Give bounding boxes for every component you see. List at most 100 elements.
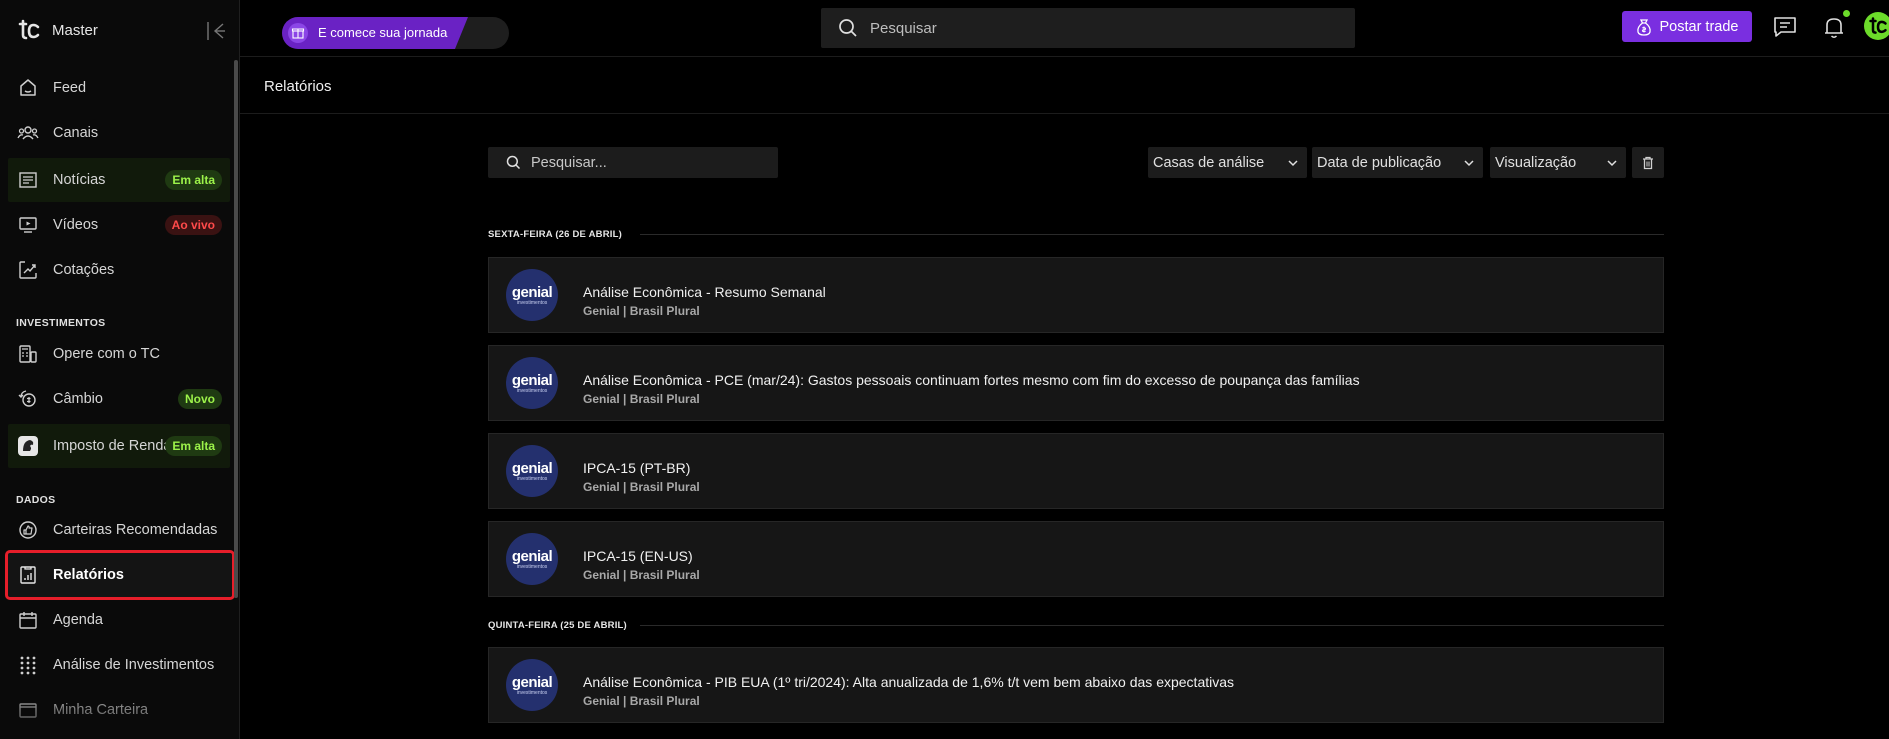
live-badge: Ao vivo — [164, 215, 222, 235]
section-title-dados: DADOS — [16, 494, 56, 506]
report-source: Genial | Brasil Plural — [583, 694, 700, 708]
sidebar-item-label: Relatórios — [53, 567, 124, 583]
chevron-down-icon — [1607, 159, 1617, 166]
filter-visualizacao[interactable]: Visualização — [1490, 147, 1626, 178]
journey-banner[interactable]: E comece sua jornada — [282, 17, 509, 49]
sidebar-item-videos[interactable]: Vídeos Ao vivo — [8, 204, 230, 246]
report-source: Genial | Brasil Plural — [583, 480, 700, 494]
report-title: IPCA-15 (EN-US) — [583, 548, 693, 564]
chat-icon[interactable] — [1772, 14, 1798, 40]
report-title: Análise Econômica - Resumo Semanal — [583, 284, 826, 300]
notification-dot — [1843, 10, 1850, 17]
report-source: Genial | Brasil Plural — [583, 568, 700, 582]
filter-data-de-publicacao[interactable]: Data de publicação — [1312, 147, 1483, 178]
home-icon — [20, 79, 36, 96]
genial-logo: genial investimentos — [506, 445, 558, 497]
users-icon — [17, 126, 39, 140]
filter-label: Data de publicação — [1317, 154, 1442, 171]
global-search[interactable] — [821, 8, 1355, 48]
sidebar-item-label: Feed — [53, 80, 87, 96]
filter-label: Casas de análise — [1153, 154, 1265, 171]
reports-search[interactable] — [488, 147, 778, 178]
sidebar-item-label: Minha Carteira — [53, 702, 149, 718]
lion-icon — [18, 436, 38, 456]
post-trade-button[interactable]: Postar trade — [1622, 11, 1752, 42]
reports-search-input[interactable] — [529, 153, 773, 172]
genial-logo: genial investimentos — [506, 533, 558, 585]
sidebar-item-label: Agenda — [53, 612, 103, 628]
date-group-header: SEXTA-FEIRA (26 DE ABRIL) — [488, 229, 622, 240]
filter-casas-de-analise[interactable]: Casas de análise — [1148, 147, 1307, 178]
sidebar-item-label: Câmbio — [53, 391, 103, 407]
money-bag-icon — [1636, 18, 1651, 36]
calculator-icon — [19, 345, 37, 363]
date-group-header: QUINTA-FEIRA (25 DE ABRIL) — [488, 620, 627, 631]
sidebar-item-cotacoes[interactable]: Cotações — [8, 249, 230, 291]
filter-label: Visualização — [1495, 154, 1577, 171]
sidebar-item-imposto-de-renda[interactable]: Imposto de Renda Em alta — [8, 424, 230, 468]
trending-badge: Em alta — [165, 170, 222, 190]
sidebar-item-label: Análise de Investimentos — [53, 657, 215, 673]
collapse-sidebar-icon[interactable] — [205, 20, 227, 42]
report-source: Genial | Brasil Plural — [583, 304, 700, 318]
sidebar-scrollbar[interactable] — [234, 60, 238, 598]
sidebar-item-label: Canais — [53, 125, 99, 141]
sidebar-item-noticias[interactable]: Notícias Em alta — [8, 158, 230, 202]
sidebar-item-relatorios[interactable]: Relatórios — [5, 550, 235, 600]
tc-logo-icon — [18, 19, 40, 40]
exchange-icon — [18, 390, 36, 407]
sidebar-item-label: Opere com o TC — [53, 346, 160, 362]
sidebar-item-minha-carteira[interactable]: Minha Carteira — [8, 689, 230, 731]
avatar[interactable] — [1864, 12, 1889, 40]
sidebar-item-label: Vídeos — [53, 217, 99, 233]
page-title: Relatórios — [264, 78, 332, 95]
page-header: Relatórios — [240, 57, 1889, 114]
chevron-down-icon — [1464, 159, 1474, 166]
new-badge: Novo — [178, 389, 222, 409]
brand-name: Master — [52, 21, 98, 39]
sidebar-item-label: Notícias — [53, 172, 106, 188]
sidebar-item-opere[interactable]: Opere com o TC — [8, 333, 230, 375]
report-title: Análise Econômica - PCE (mar/24): Gastos… — [583, 372, 1360, 388]
brand[interactable]: Master — [17, 16, 98, 44]
chevron-down-icon — [1288, 159, 1298, 166]
trash-icon — [1643, 156, 1653, 169]
sidebar-item-carteiras-recomendadas[interactable]: Carteiras Recomendadas — [8, 509, 230, 551]
divider — [640, 625, 1664, 626]
trending-badge: Em alta — [165, 436, 222, 456]
sidebar-item-canais[interactable]: Canais — [8, 112, 230, 154]
sidebar-item-cambio[interactable]: Câmbio Novo — [8, 378, 230, 420]
global-search-input[interactable] — [868, 18, 1332, 38]
sidebar-item-agenda[interactable]: Agenda — [8, 599, 230, 641]
report-item[interactable]: genial investimentos IPCA-15 (PT-BR) Gen… — [488, 433, 1664, 509]
report-item[interactable]: genial investimentos IPCA-15 (EN-US) Gen… — [488, 521, 1664, 597]
report-title: IPCA-15 (PT-BR) — [583, 460, 691, 476]
report-item[interactable]: genial investimentos Análise Econômica -… — [488, 257, 1664, 333]
clear-filters-button[interactable] — [1632, 147, 1664, 178]
sidebar-item-label: Cotações — [53, 262, 115, 278]
grid-dots-icon — [20, 656, 36, 675]
sidebar-item-feed[interactable]: Feed — [8, 67, 230, 109]
divider — [640, 234, 1664, 235]
bell-icon[interactable] — [1821, 14, 1847, 40]
sidebar-item-label: Carteiras Recomendadas — [53, 522, 218, 538]
video-icon — [19, 217, 37, 233]
chart-icon — [19, 261, 37, 279]
tc-avatar-icon — [1869, 17, 1887, 34]
report-item[interactable]: genial investimentos Análise Econômica -… — [488, 647, 1664, 723]
search-icon — [506, 155, 521, 170]
gift-icon — [288, 23, 308, 43]
genial-logo: genial investimentos — [506, 659, 558, 711]
report-item[interactable]: genial investimentos Análise Econômica -… — [488, 345, 1664, 421]
news-icon — [19, 172, 37, 188]
topbar: E comece sua jornada Postar trade — [240, 0, 1889, 57]
sidebar: Master Feed Canais Notícias Em alta Víde… — [0, 0, 240, 739]
thumbs-up-icon — [19, 521, 37, 539]
sidebar-item-analise-de-investimentos[interactable]: Análise de Investimentos — [8, 644, 230, 686]
journey-label: E comece sua jornada — [318, 25, 448, 40]
genial-logo: genial investimentos — [506, 269, 558, 321]
calendar-icon — [19, 612, 37, 629]
search-icon — [839, 19, 857, 37]
genial-logo: genial investimentos — [506, 357, 558, 409]
wallet-icon — [19, 703, 37, 718]
